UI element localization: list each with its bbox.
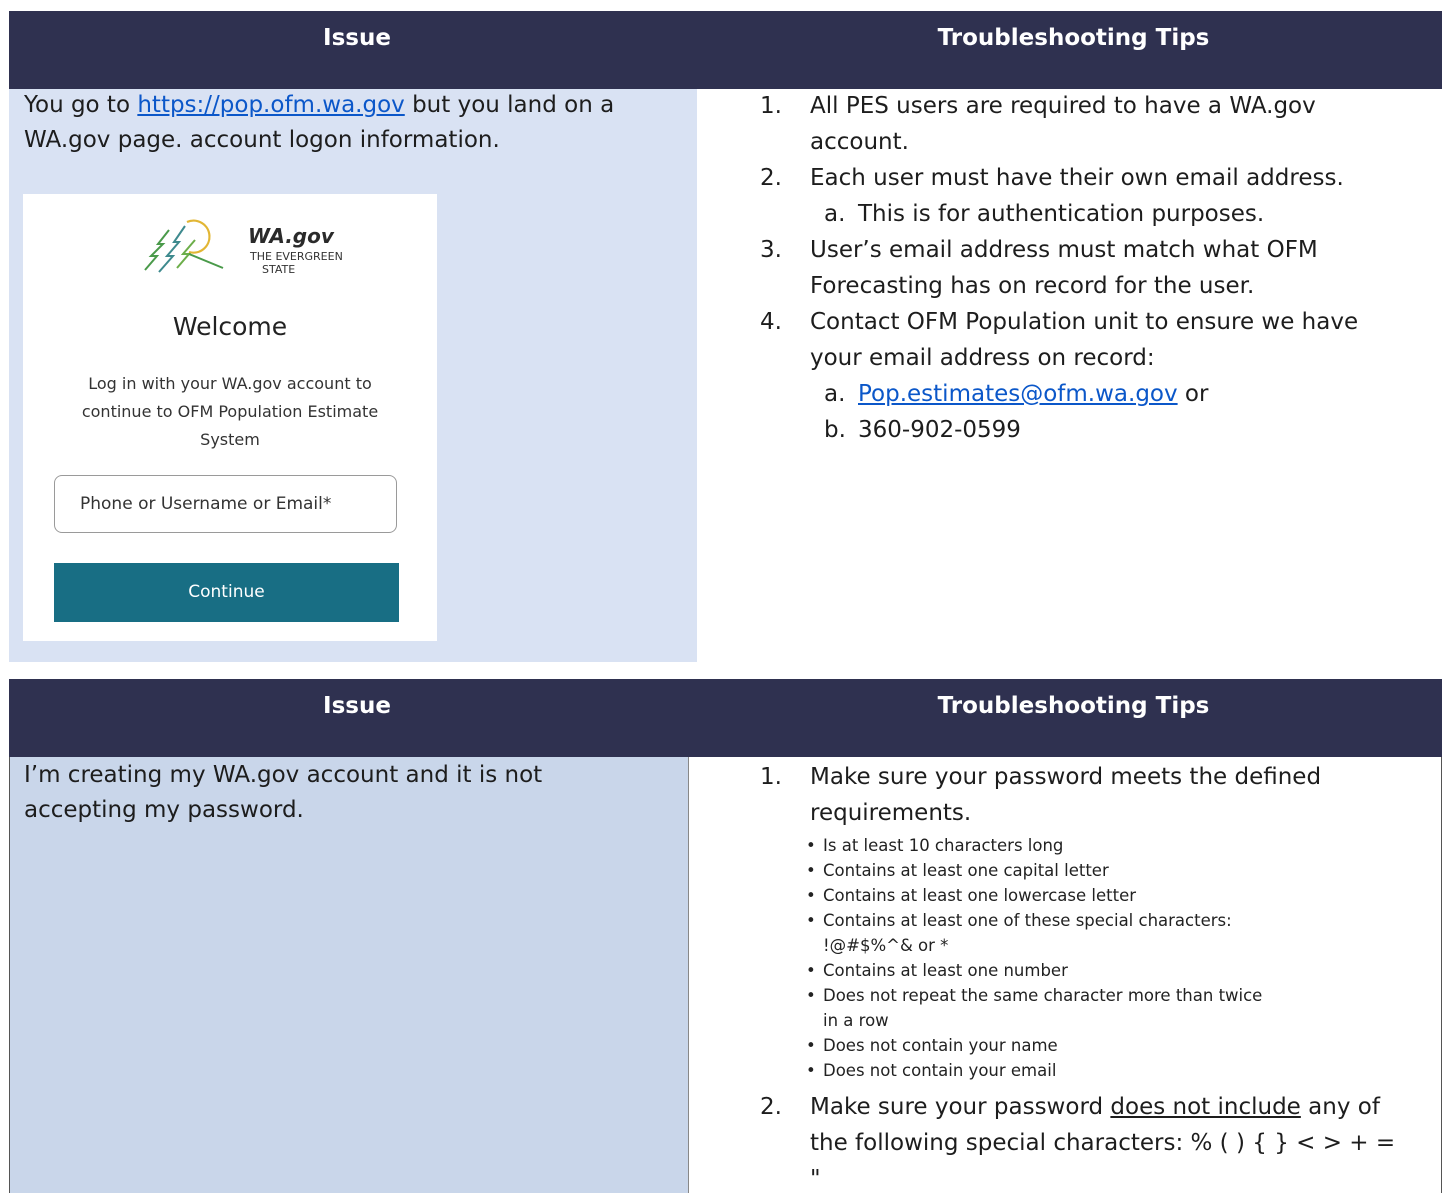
pop-estimates-email-link[interactable]: Pop.estimates@ofm.wa.gov: [858, 381, 1178, 407]
issue-column-header: Issue: [323, 25, 391, 51]
list-text: All PES users are required to have a WA.…: [810, 93, 1316, 155]
brand-title: WA.gov: [248, 224, 334, 248]
list-text: User’s email address must match what OFM…: [810, 237, 1318, 299]
wa-gov-logo: WA.gov THE EVERGREEN STATE: [23, 216, 437, 280]
tips-list-2b: 2. Make sure your password does not incl…: [760, 1089, 1410, 1197]
table-2-header: Issue Troubleshooting Tips: [9, 679, 1442, 757]
requirement-item: Does not repeat the same character more …: [792, 983, 1278, 1033]
requirement-item: Contains at least one lowercase letter: [792, 883, 1292, 908]
list-item: 3. User’s email address must match what O…: [760, 232, 1400, 304]
issue-2-line-2: accepting my password.: [24, 797, 304, 823]
list-number: 1.: [760, 93, 782, 119]
welcome-heading: Welcome: [172, 312, 288, 341]
brand-sub-2: STATE: [262, 263, 296, 276]
table-left-border: [9, 757, 10, 1193]
list-item: b. 360-902-0599: [760, 412, 1400, 448]
tips-list-2: 1. Make sure your password meets the def…: [760, 759, 1410, 831]
list-text: Each user must have their own email addr…: [810, 165, 1344, 191]
list-item: 2. Make sure your password does not incl…: [760, 1089, 1410, 1197]
list-item: 4. Contact OFM Population unit to ensure …: [760, 304, 1400, 376]
list-item: 1. Make sure your password meets the def…: [760, 759, 1410, 831]
tips-list-1: 1. All PES users are required to have a W…: [760, 88, 1400, 448]
list-text: Contact OFM Population unit to ensure we…: [810, 309, 1359, 371]
issue-line-2: WA.gov page. account logon information.: [24, 127, 500, 153]
brand-sub-1: THE EVERGREEN: [250, 250, 343, 263]
username-field[interactable]: Phone or Username or Email*: [54, 475, 397, 533]
issue-2-line-1: I’m creating my WA.gov account and it is…: [24, 762, 543, 788]
list-letter: b.: [824, 417, 846, 443]
table-1-header: Issue Troubleshooting Tips: [9, 11, 1442, 89]
pop-ofm-link[interactable]: https://pop.ofm.wa.gov: [137, 92, 404, 118]
list-item: a. Pop.estimates@ofm.wa.gov or: [760, 376, 1400, 412]
tips-column-header: Troubleshooting Tips: [937, 25, 1210, 51]
list-item: 2. Each user must have their own email ad…: [760, 160, 1400, 196]
login-description: Log in with your WA.gov account to conti…: [81, 374, 379, 449]
requirement-item: Is at least 10 characters long: [792, 833, 1292, 858]
list-letter: a.: [824, 201, 846, 227]
list-number: 2.: [760, 1094, 782, 1120]
list-number: 1.: [760, 764, 782, 790]
issue-column-header-2: Issue: [323, 693, 391, 719]
underlined-text: does not include: [1110, 1094, 1301, 1120]
requirement-item: Does not contain your email: [792, 1058, 1292, 1083]
list-number: 4.: [760, 309, 782, 335]
brand-subtitle: THE EVERGREEN STATE: [250, 250, 343, 276]
issue-prefix: You go to: [24, 92, 138, 118]
password-requirements: Is at least 10 characters long Contains …: [792, 833, 1292, 1083]
list-text: Make sure your password: [810, 1094, 1111, 1120]
evergreen-trees-icon: [144, 219, 224, 273]
requirement-item: Does not contain your name: [792, 1033, 1292, 1058]
requirement-item: Contains at least one capital letter: [792, 858, 1292, 883]
continue-button[interactable]: Continue: [54, 563, 399, 622]
issue-suffix: but you land on a: [404, 92, 615, 118]
list-text: This is for authentication purposes.: [858, 201, 1265, 227]
wa-gov-login-card: WA.gov THE EVERGREEN STATE Welcome Log i…: [23, 194, 437, 641]
list-number: 3.: [760, 237, 782, 263]
list-item: a. This is for authentication purposes.: [760, 196, 1400, 232]
requirement-item: Contains at least one of these special c…: [792, 908, 1263, 958]
list-number: 2.: [760, 165, 782, 191]
list-letter: a.: [824, 381, 846, 407]
list-item: 1. All PES users are required to have a W…: [760, 88, 1400, 160]
list-text: Make sure your password meets the define…: [810, 764, 1322, 826]
issue-text-1: You go to https://pop.ofm.wa.gov but you…: [24, 88, 689, 158]
phone-number: 360-902-0599: [858, 417, 1021, 443]
tips-column-header-2: Troubleshooting Tips: [937, 693, 1210, 719]
issue-text-2: I’m creating my WA.gov account and it is…: [24, 758, 684, 828]
requirement-item: Contains at least one number: [792, 958, 1292, 983]
list-text: or: [1177, 381, 1209, 407]
